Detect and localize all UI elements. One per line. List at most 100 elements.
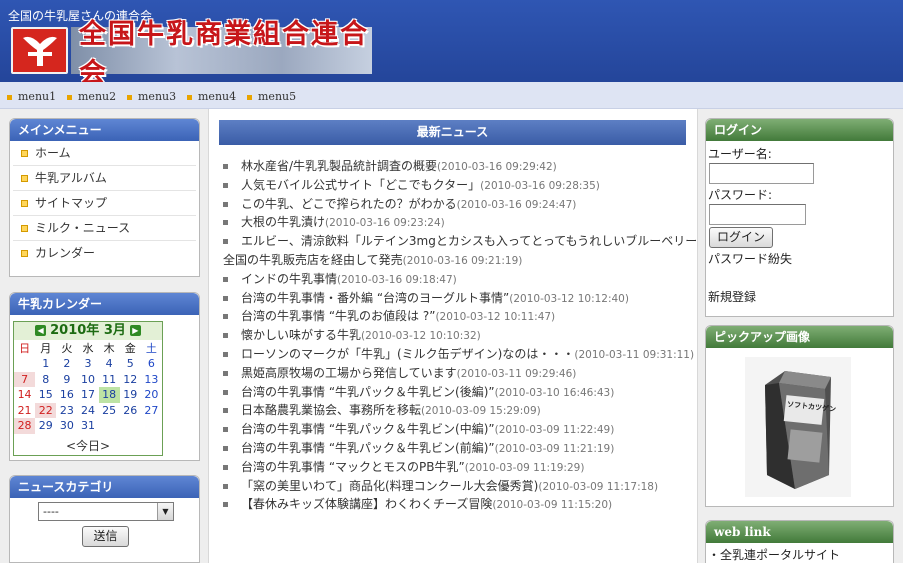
news-item[interactable]: 懐かしい味がする牛乳(2010-03-12 10:10:32) [223,326,481,343]
news-category-title: ニュースカテゴリ [10,476,199,498]
calendar-day[interactable]: 24 [77,403,98,419]
calendar-day[interactable]: 5 [120,356,141,372]
calendar-day[interactable]: 3 [77,356,98,372]
prev-month-icon[interactable]: ◀ [35,325,47,336]
news-category-block: ニュースカテゴリ ---- ▼ 送信 [9,475,200,563]
news-item-title: 懐かしい味がする牛乳 [241,328,362,343]
pickup-image-block: ピックアップ画像 ソフトカツゲン [705,325,894,507]
news-item[interactable]: 黒姫高原牧場の工場から発信しています(2010-03-11 09:29:46) [223,364,576,381]
right-sidebar: ログイン ユーザー名: パスワード: ログイン パスワード紛失 新規登録 ピック… [697,109,903,563]
news-bullet-icon [223,182,228,188]
main-menu-item-home[interactable]: ホーム [13,141,196,166]
calendar-day[interactable]: 12 [120,372,141,388]
news-item[interactable]: 大根の牛乳漬け(2010-03-16 09:23:24) [223,213,445,230]
calendar-day[interactable]: 20 [141,387,162,403]
news-item[interactable]: 台湾の牛乳事情 “牛乳パック＆牛乳ビン(後編)”(2010-03-10 16:4… [223,383,614,400]
main-menu-block: メインメニュー ホーム 牛乳アルバム サイトマップ ミルク・ニュース カレンダー [9,118,200,277]
calendar-day[interactable]: 29 [35,418,56,434]
weblink-item[interactable]: ・全乳連ポータルサイト [708,546,840,563]
news-item-title: 人気モバイル公式サイト「どこでもクター」 [241,177,481,192]
menu-item-1[interactable]: menu1 [7,90,56,103]
calendar-day[interactable]: 9 [56,372,77,388]
calendar-day[interactable]: 4 [99,356,120,372]
main-menu-item-sitemap[interactable]: サイトマップ [13,191,196,216]
menu-item-4[interactable]: menu4 [187,90,236,103]
news-item-date: (2010-03-12 10:10:32) [361,330,481,343]
news-item[interactable]: 全国の牛乳販売店を経由して発売(2010-03-16 09:21:19) [223,251,522,268]
news-item[interactable]: 台湾の牛乳事情 “マックとモスのPB牛乳”(2010-03-09 11:19:2… [223,458,584,475]
forgot-password-link[interactable]: パスワード紛失 [708,250,792,267]
calendar-day[interactable]: 8 [35,372,56,388]
chevron-down-icon[interactable]: ▼ [157,503,173,520]
username-field[interactable] [709,163,814,184]
news-item[interactable]: 人気モバイル公式サイト「どこでもクター」(2010-03-16 09:28:35… [223,176,600,193]
calendar-day[interactable]: 11 [99,372,120,388]
news-item[interactable]: 台湾の牛乳事情 “牛乳パック＆牛乳ビン(前編)”(2010-03-09 11:2… [223,439,614,456]
login-button[interactable]: ログイン [709,227,773,248]
bullet-icon [21,250,28,257]
menu-item-5[interactable]: menu5 [247,90,296,103]
main-menu-item-calendar[interactable]: カレンダー [13,241,196,266]
news-bullet-icon [223,239,228,245]
main-menu-label: 牛乳アルバム [35,171,107,185]
site-logo-title[interactable]: 全国牛乳商業組合連合会 [71,19,372,89]
calendar-day[interactable]: 28 [14,418,36,434]
news-item[interactable]: 台湾の牛乳事情・番外編 “台湾のヨーグルト事情”(2010-03-12 10:1… [223,289,629,306]
menu-item-2[interactable]: menu2 [67,90,116,103]
calendar-day[interactable]: 17 [77,387,98,403]
calendar-week-row: 21 22 23 24 25 26 27 [14,402,162,419]
pickup-image[interactable]: ソフトカツゲン [745,357,851,497]
news-bullet-icon [223,201,228,207]
calendar-week-row: 1 2 3 4 5 6 [14,356,162,372]
calendar-day-today[interactable]: 18 [98,387,120,403]
calendar-day[interactable]: 26 [120,403,141,419]
calendar-day[interactable]: 15 [35,387,56,403]
news-item[interactable]: 【春休みキッズ体験講座】わくわくチーズ冒険(2010-03-09 11:15:2… [223,495,612,512]
calendar-day[interactable]: 21 [14,403,35,419]
news-item-title: 台湾の牛乳事情 “牛乳パック＆牛乳ビン(後編)” [241,384,495,399]
main-menu-title: メインメニュー [10,119,199,141]
weekday-tue: 火 [61,342,73,355]
bullet-icon [21,175,28,182]
news-item[interactable]: ローソンのマークが「牛乳」(ミルク缶デザイン)なのは・・・(2010-03-11… [223,345,694,362]
news-item[interactable]: エルビー、清涼飲料「ルテイン3mgとカシスも入ってとってもうれしいブルーベリー」 [223,232,709,249]
calendar-day[interactable]: 19 [120,387,141,403]
news-item[interactable]: 日本酪農乳業協会、事務所を移転(2010-03-09 15:29:09) [223,401,541,418]
logo-icon[interactable] [11,27,68,74]
calendar-day[interactable]: 10 [77,372,98,388]
calendar-day[interactable]: 7 [14,371,36,387]
calendar-day[interactable]: 2 [56,356,77,372]
menu-item-3[interactable]: menu3 [127,90,176,103]
news-item-title: 台湾の牛乳事情・番外編 “台湾のヨーグルト事情” [241,290,510,305]
password-field[interactable] [709,204,806,225]
news-bullet-icon [223,483,228,489]
calendar-day[interactable]: 13 [141,372,162,388]
news-item-date: (2010-03-09 11:22:49) [494,424,615,437]
category-select[interactable]: ---- ▼ [38,502,174,521]
main-menu-item-news[interactable]: ミルク・ニュース [13,216,196,241]
main-menu-item-album[interactable]: 牛乳アルバム [13,166,196,191]
calendar-day[interactable]: 30 [56,418,77,434]
news-item[interactable]: 「窯の美里いわて」商品化(料理コンクール大会優秀賞)(2010-03-09 11… [223,477,658,494]
register-link[interactable]: 新規登録 [708,288,756,305]
news-item[interactable]: 林水産省/牛乳乳製品統計調査の概要(2010-03-16 09:29:42) [223,157,557,174]
calendar-today-link[interactable]: <今日> [14,437,162,454]
news-item[interactable]: 台湾の牛乳事情 “牛乳パック＆牛乳ビン(中編)”(2010-03-09 11:2… [223,420,614,437]
username-label: ユーザー名: [708,147,772,161]
news-item[interactable]: この牛乳、どこで搾られたの？がわかる(2010-03-16 09:24:47) [223,195,576,212]
calendar-day[interactable]: 27 [141,403,162,419]
news-item[interactable]: 台湾の牛乳事情 “牛乳のお値段は ?”(2010-03-12 10:11:47) [223,307,555,324]
category-submit-button[interactable]: 送信 [82,526,129,547]
calendar-day[interactable]: 31 [77,418,98,434]
news-item[interactable]: インドの牛乳事情(2010-03-16 09:18:47) [223,270,457,287]
next-month-icon[interactable]: ▶ [129,325,141,336]
news-item-title: 台湾の牛乳事情 “牛乳パック＆牛乳ビン(中編)” [241,422,495,437]
calendar-day[interactable]: 23 [56,403,77,419]
calendar-day[interactable]: 6 [141,356,162,372]
calendar-day[interactable]: 16 [56,387,77,403]
calendar-day[interactable]: 14 [14,387,35,403]
calendar-day[interactable]: 25 [99,403,120,419]
calendar-day[interactable]: 1 [35,356,56,372]
calendar-day[interactable]: 22 [35,402,57,418]
news-bullet-icon [223,220,228,226]
